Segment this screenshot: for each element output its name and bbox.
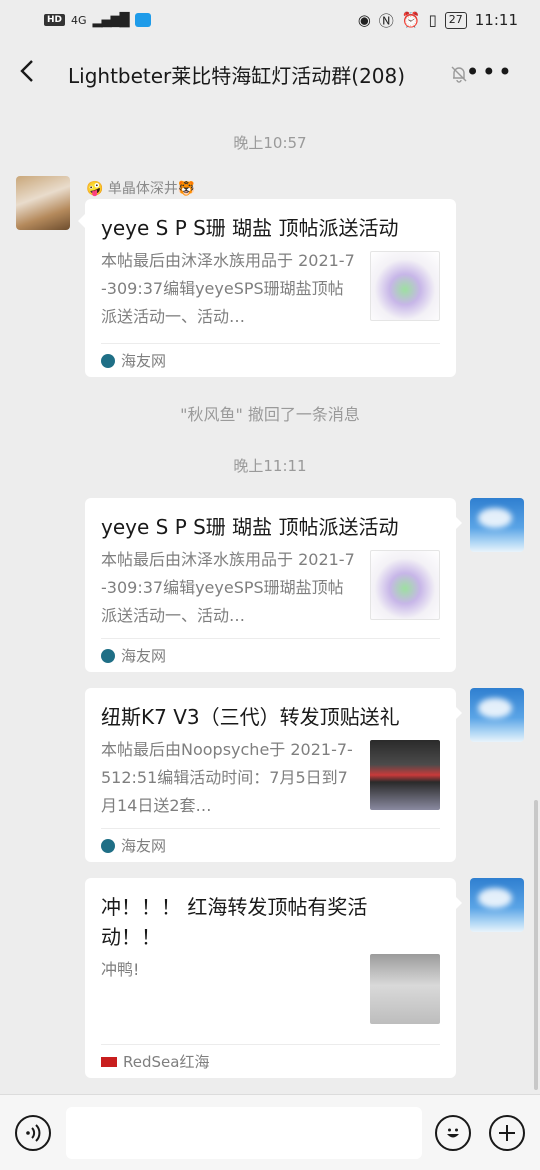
- link-card[interactable]: 冲！！！ 红海转发顶帖有奖活动！！ 冲鸭! RedSea红海: [85, 878, 456, 1078]
- link-card[interactable]: yeye S P S珊 瑚盐 顶帖派送活动 本帖最后由沐泽水族用品于 2021-…: [85, 498, 456, 672]
- scrollbar[interactable]: [534, 800, 538, 1090]
- chat-header: Lightbeter莱比特海缸灯活动群(208) •••: [0, 40, 540, 108]
- status-right: ◉ Ⓝ ⏰ ▯ 27 11:11: [358, 10, 518, 31]
- card-body: 本帖最后由沐泽水族用品于 2021-7-309:37编辑yeyeSPS珊瑚盐顶帖…: [101, 546, 440, 630]
- bubble-tail: [455, 706, 462, 720]
- card-thumbnail: [370, 550, 440, 620]
- message-input[interactable]: [66, 1107, 422, 1159]
- source-name: RedSea红海: [123, 1053, 210, 1071]
- card-source: 海友网: [101, 828, 440, 862]
- avatar[interactable]: [470, 688, 524, 742]
- card-title: 纽斯K7 V3（三代）转发顶贴送礼: [101, 705, 400, 729]
- card-description: 本帖最后由Noopsyche于 2021-7-512:51编辑活动时间：7月5日…: [101, 740, 353, 815]
- chevron-left-icon[interactable]: [0, 59, 54, 89]
- input-bar: [0, 1094, 540, 1170]
- source-name: 海友网: [121, 647, 167, 665]
- source-name: 海友网: [121, 837, 167, 855]
- app-notification-icon: [134, 13, 151, 27]
- source-name: 海友网: [121, 352, 167, 370]
- nfc-icon: Ⓝ: [378, 11, 394, 30]
- status-left: HD 4G ▂▄▆█: [44, 13, 151, 28]
- timestamp: 晚上10:57: [233, 134, 307, 152]
- source-logo-icon: [101, 648, 115, 663]
- card-source: 海友网: [101, 638, 440, 672]
- avatar[interactable]: [470, 498, 524, 552]
- card-description: 本帖最后由沐泽水族用品于 2021-7-309:37编辑yeyeSPS珊瑚盐顶帖…: [101, 251, 355, 326]
- card-title: 冲！！！ 红海转发顶帖有奖活动！！: [101, 895, 368, 949]
- card-thumbnail: [370, 740, 440, 810]
- card-title: yeye S P S珊 瑚盐 顶帖派送活动: [101, 515, 399, 539]
- card-body: 冲鸭!: [101, 954, 440, 1024]
- avatar[interactable]: [470, 878, 524, 932]
- card-body: 本帖最后由沐泽水族用品于 2021-7-309:37编辑yeyeSPS珊瑚盐顶帖…: [101, 247, 440, 331]
- emoji-icon[interactable]: [435, 1115, 471, 1151]
- clock: 11:11: [474, 11, 518, 29]
- source-logo-icon: [101, 838, 115, 853]
- source-logo-icon: [101, 1056, 117, 1067]
- bubble-tail: [455, 896, 462, 910]
- hd-badge: HD: [44, 14, 66, 26]
- recall-notice: "秋风鱼" 撤回了一条消息: [180, 405, 360, 424]
- alarm-icon: ⏰: [401, 11, 421, 29]
- more-dots-icon[interactable]: •••: [466, 60, 514, 84]
- timestamp: 晚上11:11: [233, 457, 307, 475]
- bubble-tail: [455, 516, 462, 530]
- battery-icon: 27: [444, 11, 467, 29]
- card-title: yeye S P S珊 瑚盐 顶帖派送活动: [101, 216, 399, 240]
- chat-title: Lightbeter莱比特海缸灯活动群(208): [68, 63, 406, 88]
- avatar[interactable]: [16, 176, 70, 230]
- plus-icon[interactable]: [489, 1115, 525, 1151]
- vibrate-icon: ▯: [428, 11, 437, 29]
- link-card[interactable]: 纽斯K7 V3（三代）转发顶贴送礼 本帖最后由Noopsyche于 2021-7…: [85, 688, 456, 862]
- network-type: 4G: [71, 13, 87, 27]
- source-logo-icon: [101, 353, 115, 368]
- card-source: RedSea红海: [101, 1044, 440, 1078]
- sender-name: 🤪 单晶体深井🐯: [86, 181, 196, 197]
- link-card[interactable]: yeye S P S珊 瑚盐 顶帖派送活动 本帖最后由沐泽水族用品于 2021-…: [85, 199, 456, 377]
- card-description: 本帖最后由沐泽水族用品于 2021-7-309:37编辑yeyeSPS珊瑚盐顶帖…: [101, 550, 355, 625]
- status-bar: HD 4G ▂▄▆█ ◉ Ⓝ ⏰ ▯ 27 11:11: [0, 0, 540, 40]
- card-thumbnail: [370, 954, 440, 1024]
- card-description: 冲鸭!: [101, 960, 140, 979]
- card-thumbnail: [370, 251, 440, 321]
- eye-icon: ◉: [357, 11, 371, 29]
- card-source: 海友网: [101, 343, 440, 377]
- signal-icon: ▂▄▆█: [92, 12, 130, 28]
- bubble-tail: [78, 214, 85, 228]
- voice-icon[interactable]: [15, 1115, 51, 1151]
- card-body: 本帖最后由Noopsyche于 2021-7-512:51编辑活动时间：7月5日…: [101, 736, 440, 820]
